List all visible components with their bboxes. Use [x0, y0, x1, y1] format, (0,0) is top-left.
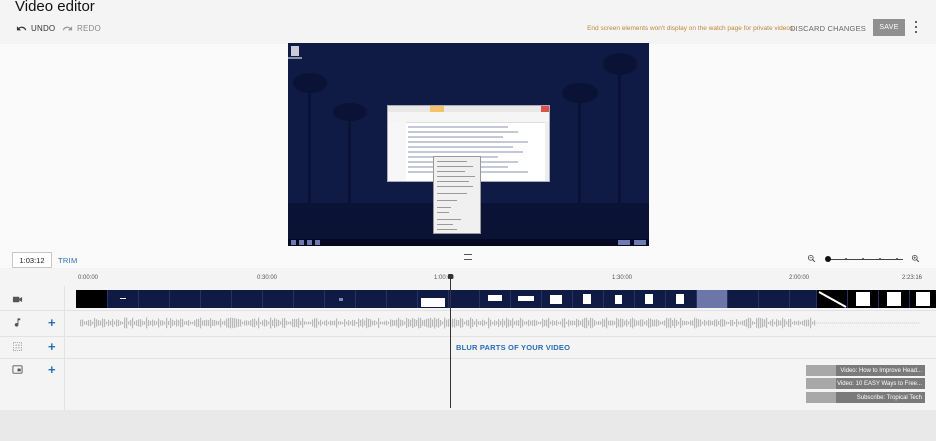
- desktop-icon: [291, 46, 299, 56]
- ruler-tick-label: 0:00:00: [78, 275, 99, 281]
- blur-parts-button[interactable]: BLUR PARTS OF YOUR VIDEO: [456, 343, 570, 352]
- zoom-in-icon[interactable]: [911, 254, 920, 263]
- undo-button[interactable]: UNDO: [16, 23, 55, 34]
- audio-waveform[interactable]: [80, 316, 920, 330]
- ruler-tick-label: 2:23:16: [902, 275, 923, 281]
- music-note-icon: [14, 318, 21, 327]
- ruler-tick-label: 0:30:00: [257, 275, 278, 281]
- redo-label: REDO: [77, 24, 101, 33]
- playhead[interactable]: [450, 276, 451, 408]
- zoom-out-icon[interactable]: [807, 254, 816, 263]
- resize-handle[interactable]: [464, 254, 472, 260]
- end-screen-element-subscribe[interactable]: Subscribe: Tropical Tech: [806, 392, 925, 403]
- add-end-screen-button[interactable]: +: [48, 363, 56, 376]
- private-video-notice: End screen elements won't display on the…: [587, 25, 795, 32]
- end-screen-icon: [12, 365, 23, 374]
- end-screen-element-video-1[interactable]: Video: How to Improve Head...: [806, 365, 925, 376]
- add-blur-button[interactable]: +: [48, 340, 56, 353]
- video-filmstrip[interactable]: [76, 290, 936, 308]
- add-audio-button[interactable]: +: [48, 316, 56, 329]
- context-menu: [433, 156, 481, 234]
- desktop-icon-label: [288, 57, 302, 59]
- zoom-slider-track[interactable]: [828, 259, 903, 260]
- save-button[interactable]: SAVE: [873, 19, 905, 36]
- footer-area: [0, 410, 936, 441]
- discard-changes-button[interactable]: DISCARD CHANGES: [790, 24, 866, 33]
- video-camera-icon: [12, 296, 23, 303]
- more-vert-icon[interactable]: [914, 21, 918, 33]
- trim-button[interactable]: TRIM: [58, 256, 78, 265]
- page-title: Video editor: [15, 0, 95, 15]
- timecode-field[interactable]: 1:03:12: [12, 252, 52, 268]
- zoom-slider-handle[interactable]: [825, 256, 831, 262]
- end-screen-element-video-2[interactable]: Video: 10 EASY Ways to Free...: [806, 378, 925, 389]
- ruler-tick-label: 2:00:00: [789, 275, 810, 281]
- ruler-tick-label: 1:30:00: [612, 275, 633, 281]
- video-preview[interactable]: [288, 43, 649, 246]
- undo-icon: [16, 26, 27, 31]
- undo-label: UNDO: [31, 24, 56, 33]
- playhead-handle[interactable]: [448, 274, 453, 279]
- redo-button[interactable]: REDO: [62, 23, 101, 34]
- blur-icon: [13, 342, 22, 351]
- taskbar: [288, 239, 649, 246]
- end-screen-track: [0, 358, 936, 410]
- redo-icon: [62, 26, 73, 31]
